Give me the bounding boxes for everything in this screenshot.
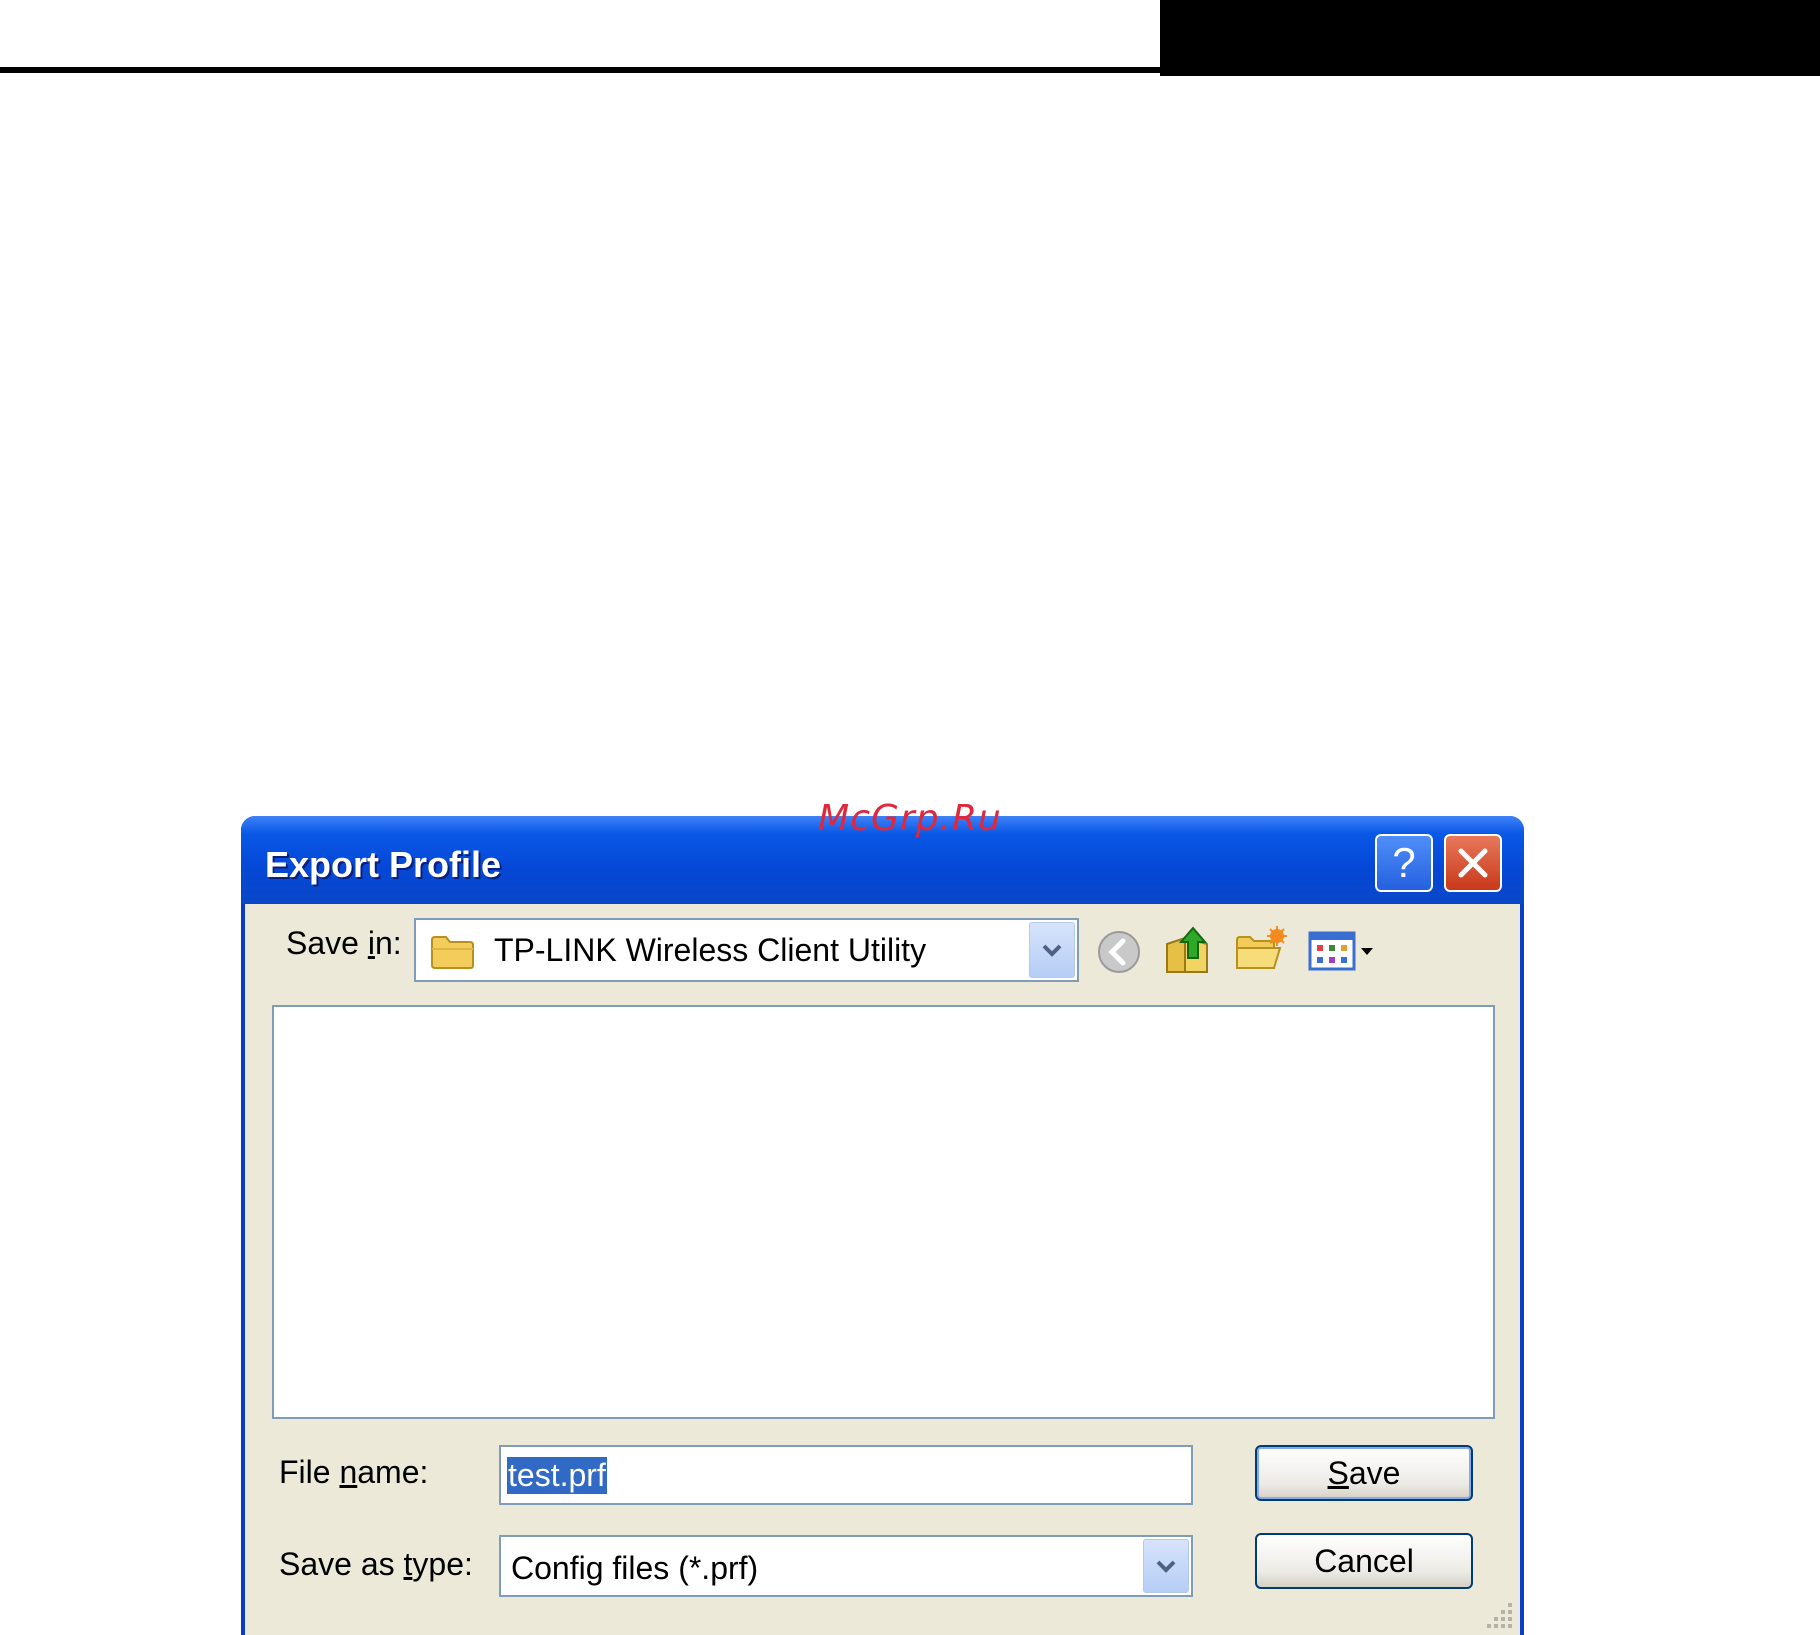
file-name-label: File name:: [279, 1454, 429, 1490]
view-menu-icon[interactable]: [1308, 930, 1378, 974]
dialog-title: Export Profile: [265, 844, 502, 885]
save-in-label: Save in:: [286, 925, 402, 961]
save-in-value: TP-LINK Wireless Client Utility: [494, 932, 927, 968]
help-icon: ?: [1392, 839, 1416, 886]
header-black-block: [1160, 0, 1820, 76]
save-as-type-label: Save as type:: [279, 1546, 473, 1582]
save-in-dropdown[interactable]: TP-LINK Wireless Client Utility: [414, 918, 1079, 982]
new-folder-icon[interactable]: [1235, 926, 1287, 974]
close-button[interactable]: [1444, 834, 1502, 892]
save-as-type-dropdown-button[interactable]: [1143, 1539, 1189, 1593]
watermark: McGrp.Ru: [818, 798, 1002, 839]
back-icon[interactable]: [1095, 928, 1143, 976]
help-button[interactable]: ?: [1375, 834, 1433, 892]
folder-icon: [431, 936, 474, 969]
cancel-button[interactable]: Cancel: [1255, 1533, 1473, 1589]
header-rule: [0, 67, 1160, 73]
save-as-type-dropdown[interactable]: Config files (*.prf): [499, 1535, 1193, 1597]
save-as-type-value: Config files (*.prf): [511, 1550, 759, 1586]
up-folder-icon[interactable]: [1163, 924, 1215, 976]
export-profile-dialog: Export Profile ? Save in: TP-LINK Wirele…: [241, 816, 1524, 1635]
resize-grip-icon[interactable]: [1484, 1599, 1514, 1629]
close-icon: [1458, 848, 1488, 878]
chevron-down-icon: [1042, 944, 1062, 957]
chevron-down-icon: [1156, 1560, 1176, 1573]
file-name-input[interactable]: test.prf: [499, 1445, 1193, 1505]
file-list[interactable]: [272, 1005, 1495, 1419]
save-button[interactable]: Save: [1255, 1445, 1473, 1501]
dialog-body: Save in: TP-LINK Wireless Client Utility: [245, 904, 1520, 1635]
save-in-dropdown-button[interactable]: [1029, 922, 1075, 978]
file-name-value: test.prf: [507, 1457, 607, 1494]
